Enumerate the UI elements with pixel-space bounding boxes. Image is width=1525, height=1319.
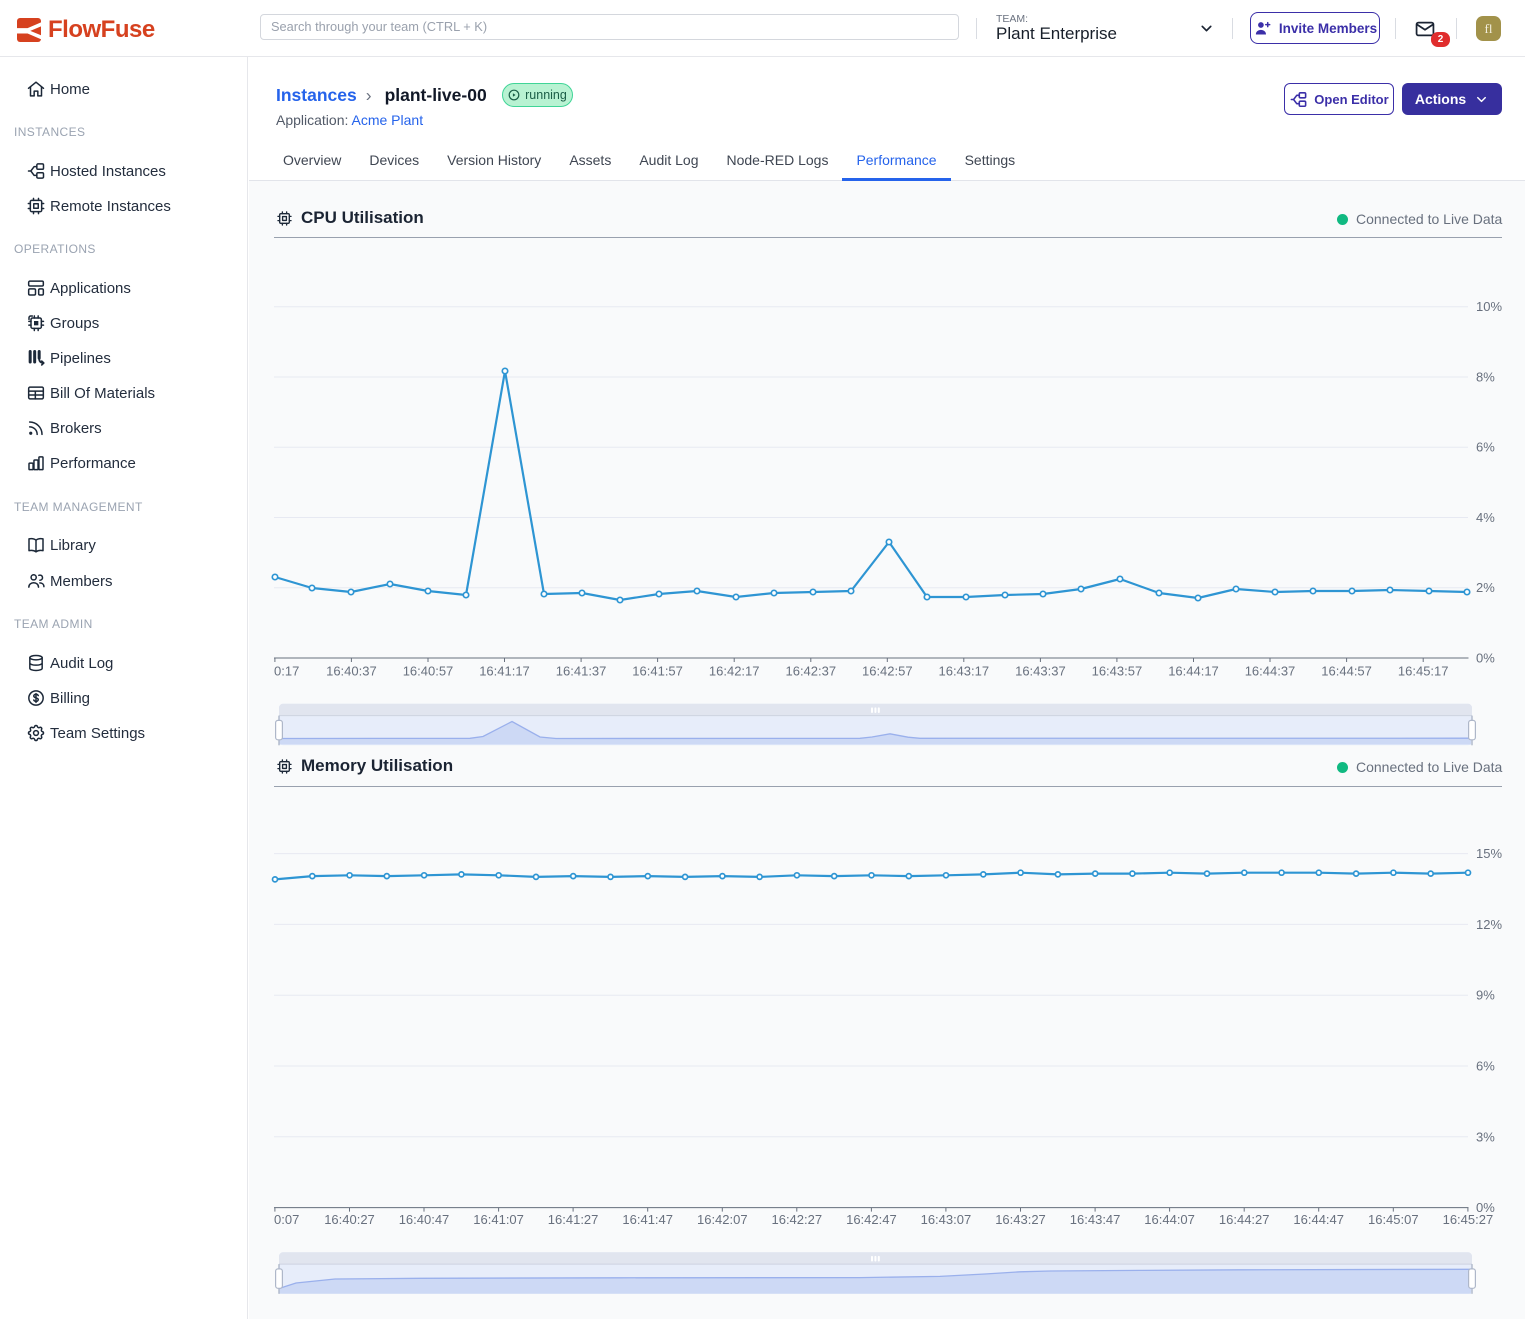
svg-text:16:40:47: 16:40:47 (399, 1212, 450, 1227)
svg-text:6%: 6% (1476, 1059, 1495, 1074)
svg-text:16:40:57: 16:40:57 (403, 664, 454, 679)
svg-text:8%: 8% (1476, 370, 1495, 385)
svg-text:16:45:17: 16:45:17 (1398, 664, 1449, 679)
svg-text:16:42:47: 16:42:47 (846, 1212, 897, 1227)
svg-text:16:42:37: 16:42:37 (785, 664, 836, 679)
svg-text:15%: 15% (1476, 846, 1502, 861)
svg-text:16:42:17: 16:42:17 (709, 664, 760, 679)
svg-text:6%: 6% (1476, 440, 1495, 455)
svg-text:16:42:57: 16:42:57 (862, 664, 913, 679)
svg-text:16:44:27: 16:44:27 (1219, 1212, 1270, 1227)
svg-text:16:41:07: 16:41:07 (473, 1212, 524, 1227)
svg-text:16:43:37: 16:43:37 (1015, 664, 1066, 679)
svg-text:16:43:07: 16:43:07 (921, 1212, 972, 1227)
svg-text:16:43:57: 16:43:57 (1092, 664, 1143, 679)
svg-text:16:42:27: 16:42:27 (771, 1212, 822, 1227)
svg-text:0:17: 0:17 (274, 664, 299, 679)
svg-text:16:45:07: 16:45:07 (1368, 1212, 1419, 1227)
svg-text:16:44:37: 16:44:37 (1245, 664, 1296, 679)
svg-text:16:41:17: 16:41:17 (479, 664, 530, 679)
svg-text:0%: 0% (1476, 651, 1495, 666)
svg-text:0:07: 0:07 (274, 1212, 299, 1227)
svg-text:16:44:17: 16:44:17 (1168, 664, 1219, 679)
svg-text:16:44:47: 16:44:47 (1293, 1212, 1344, 1227)
svg-text:16:41:47: 16:41:47 (622, 1212, 673, 1227)
svg-text:16:43:47: 16:43:47 (1070, 1212, 1121, 1227)
svg-text:9%: 9% (1476, 988, 1495, 1003)
svg-text:16:40:27: 16:40:27 (324, 1212, 375, 1227)
svg-text:16:43:17: 16:43:17 (938, 664, 989, 679)
svg-text:16:41:37: 16:41:37 (556, 664, 607, 679)
svg-text:4%: 4% (1476, 510, 1495, 525)
svg-text:16:45:27: 16:45:27 (1443, 1212, 1494, 1227)
svg-text:12%: 12% (1476, 917, 1502, 932)
svg-text:16:40:37: 16:40:37 (326, 664, 377, 679)
svg-text:16:44:07: 16:44:07 (1144, 1212, 1195, 1227)
svg-text:2%: 2% (1476, 580, 1495, 595)
svg-text:3%: 3% (1476, 1129, 1495, 1144)
svg-text:16:42:07: 16:42:07 (697, 1212, 748, 1227)
svg-text:16:41:57: 16:41:57 (632, 664, 683, 679)
svg-text:16:43:27: 16:43:27 (995, 1212, 1046, 1227)
svg-text:16:41:27: 16:41:27 (548, 1212, 599, 1227)
svg-text:16:44:57: 16:44:57 (1321, 664, 1372, 679)
svg-text:10%: 10% (1476, 299, 1502, 314)
